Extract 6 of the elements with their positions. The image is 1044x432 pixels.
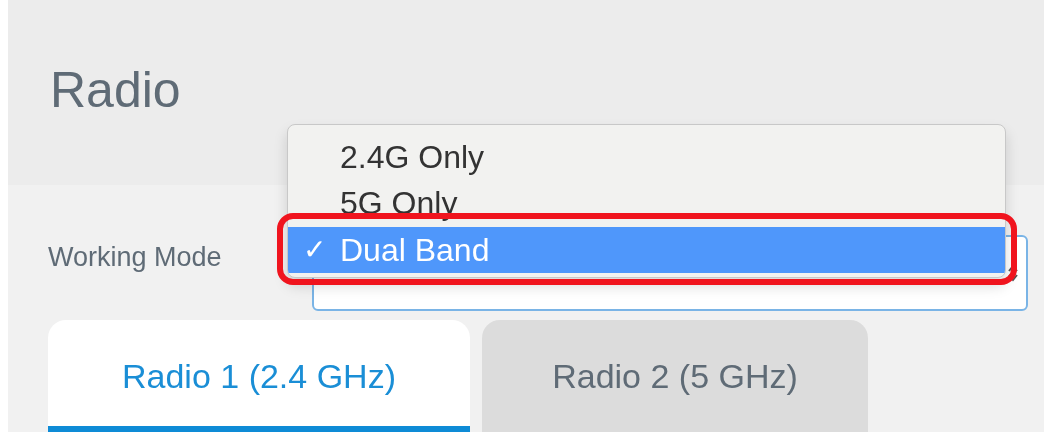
page-title: Radio (50, 61, 182, 120)
menu-option[interactable]: 2.4G Only (288, 141, 1005, 187)
field-label: Working Mode (48, 241, 223, 273)
menu-option[interactable]: ✓ Dual Band (288, 227, 1005, 273)
tab[interactable]: Radio 2 (5 GHz) (482, 320, 868, 432)
tab[interactable]: Radio 1 (2.4 GHz) (48, 320, 470, 432)
